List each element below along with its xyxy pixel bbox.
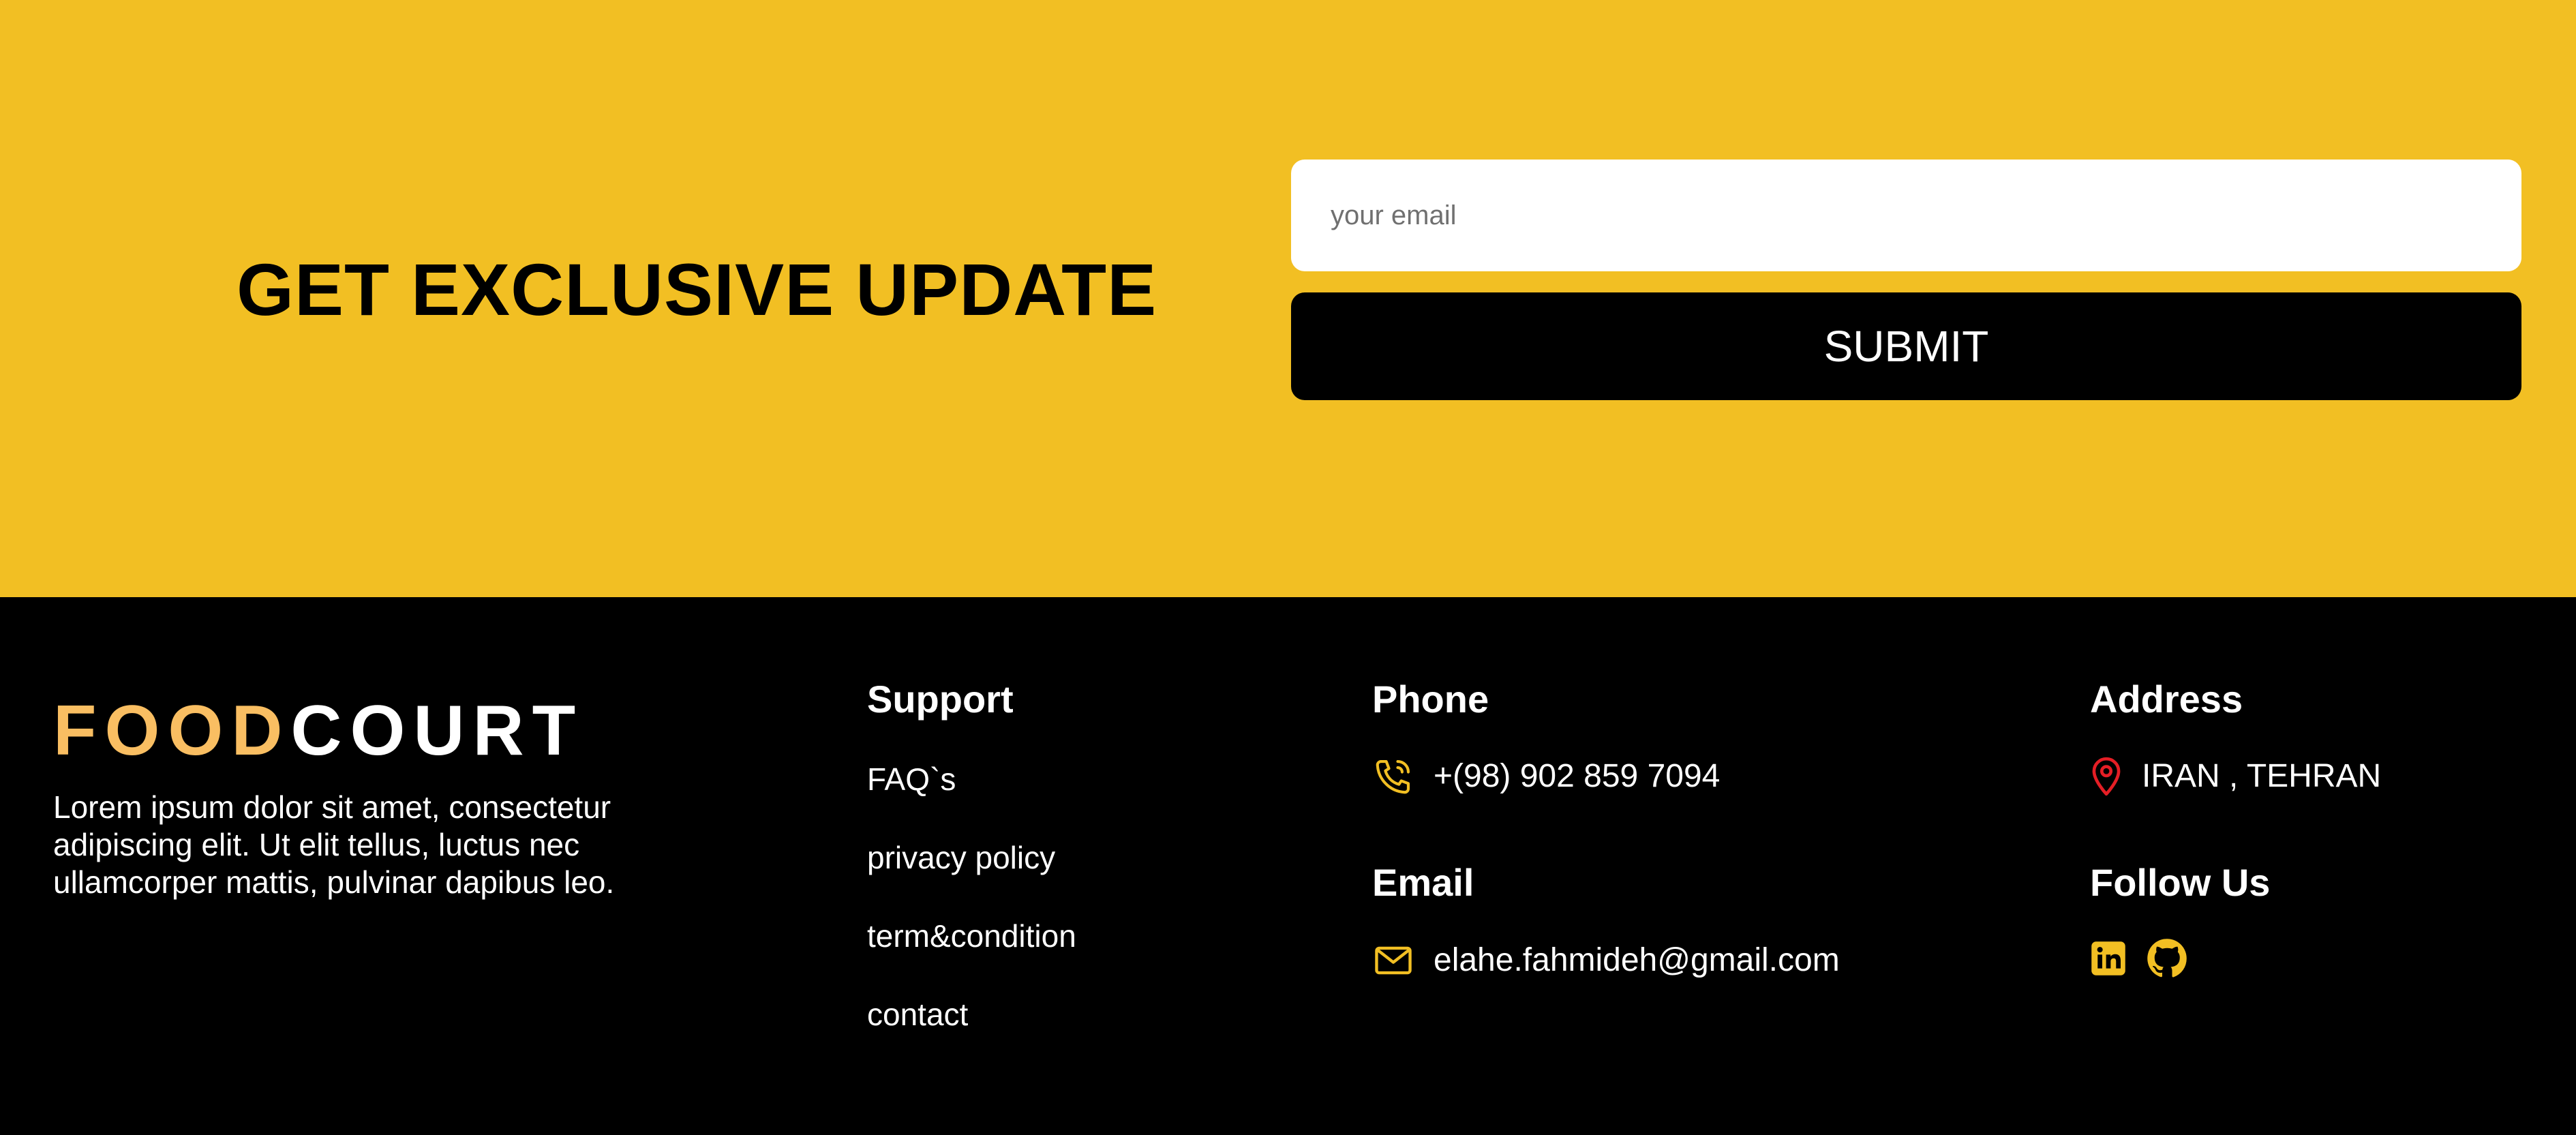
address-row: IRAN , TEHRAN [2090,755,2381,798]
footer-link-faqs[interactable]: FAQ`s [867,761,956,798]
linkedin-icon[interactable] [2090,940,2127,977]
email-address: elahe.fahmideh@gmail.com [1434,942,1840,978]
logo-part-court: COURT [290,691,584,770]
support-heading: Support [867,678,1014,721]
phone-icon [1372,755,1414,798]
follow-heading: Follow Us [2090,861,2271,904]
phone-heading: Phone [1372,678,1489,721]
logo-part-food: FOOD [53,691,291,770]
address-heading: Address [2090,678,2243,721]
email-input[interactable] [1291,160,2521,271]
email-heading: Email [1372,861,1474,904]
footer-link-terms[interactable]: term&condition [867,918,1076,954]
address-text: IRAN , TEHRAN [2142,758,2382,794]
envelope-icon [1372,939,1414,982]
phone-number: +(98) 902 859 7094 [1434,758,1721,794]
submit-button[interactable]: SUBMIT [1291,292,2521,400]
site-footer: FOODCOURT Lorem ipsum dolor sit amet, co… [0,597,2576,1135]
map-pin-icon [2090,755,2123,798]
phone-row[interactable]: +(98) 902 859 7094 [1372,755,1720,798]
email-row[interactable]: elahe.fahmideh@gmail.com [1372,939,1840,982]
footer-link-contact[interactable]: contact [867,996,968,1033]
about-text: Lorem ipsum dolor sit amet, consectetur … [53,789,615,900]
github-icon[interactable] [2147,938,2187,979]
newsletter-section: GET EXCLUSIVE UPDATE SUBMIT [0,0,2576,597]
newsletter-title: GET EXCLUSIVE UPDATE [237,248,1157,331]
foodcourt-logo[interactable]: FOODCOURT [53,690,584,772]
footer-link-privacy-policy[interactable]: privacy policy [867,839,1055,876]
